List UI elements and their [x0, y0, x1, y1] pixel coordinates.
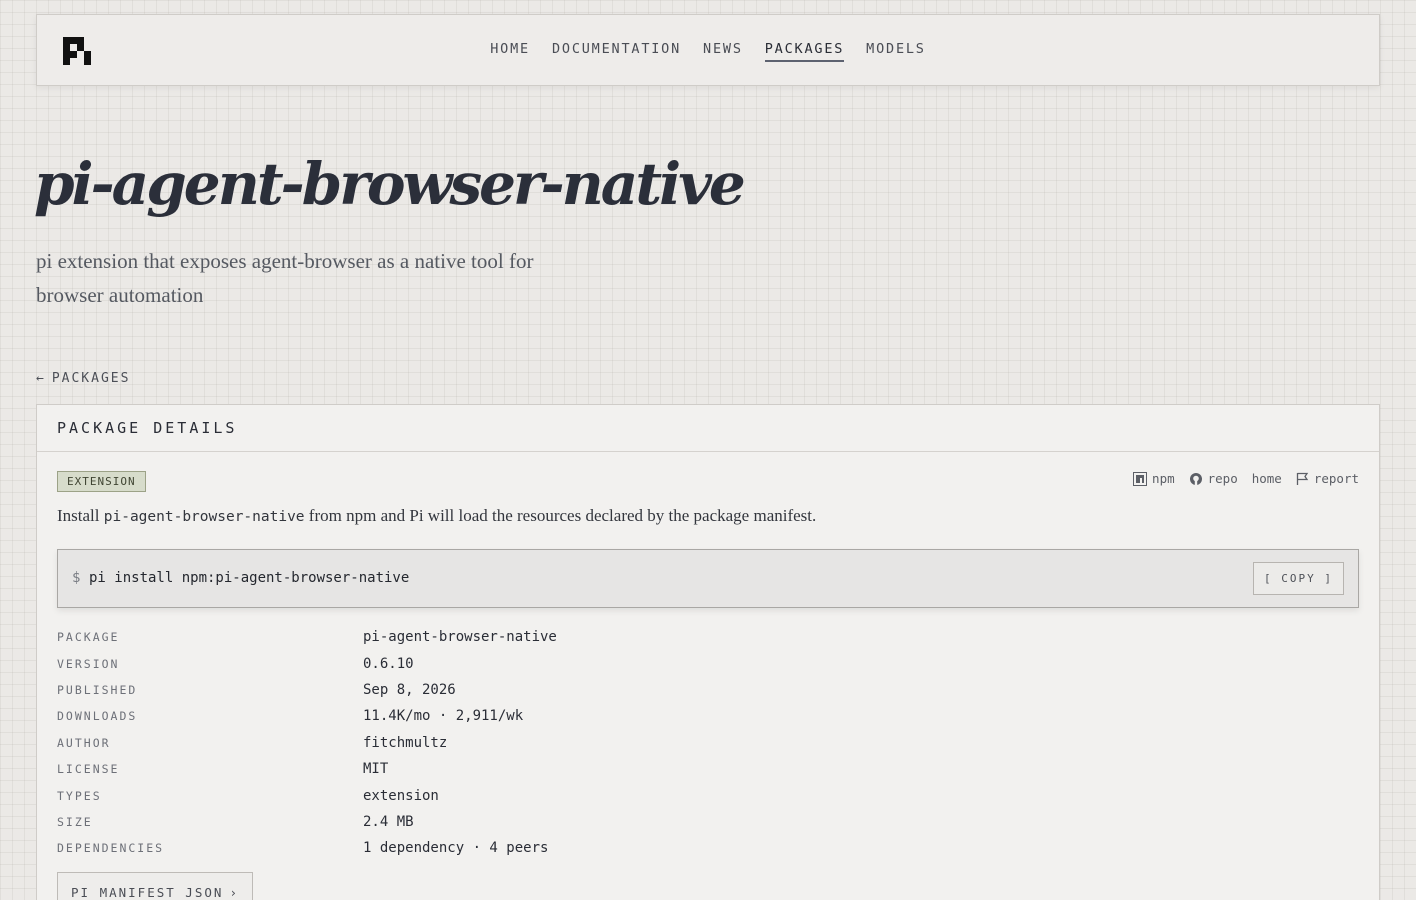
detail-key: PUBLISHED	[57, 682, 138, 697]
detail-key: SIZE	[57, 814, 93, 829]
repo-link-label: repo	[1207, 471, 1238, 486]
detail-value: MIT	[363, 761, 389, 778]
detail-key: PACKAGE	[57, 630, 120, 645]
detail-key: AUTHOR	[57, 735, 111, 750]
page-title: pi-agent-browser-native	[34, 150, 746, 218]
github-icon	[1189, 472, 1202, 485]
arrow-left-icon: ←	[36, 371, 46, 386]
detail-value: 2.4 MB	[363, 813, 414, 830]
detail-row-published: PUBLISHED Sep 8, 2026	[57, 677, 557, 703]
install-package-name: pi-agent-browser-native	[103, 509, 305, 525]
detail-key: TYPES	[57, 788, 102, 803]
flag-icon	[1296, 472, 1309, 485]
shell-prompt: $	[72, 570, 81, 586]
install-suffix: from npm and Pi will load the resources …	[304, 506, 817, 525]
package-details-card: PACKAGE DETAILS EXTENSION npm repo home	[36, 404, 1380, 900]
detail-row-license: LICENSE MIT	[57, 756, 557, 782]
detail-value: 1 dependency · 4 peers	[363, 840, 549, 857]
details-list: PACKAGE pi-agent-browser-native VERSION …	[57, 624, 557, 862]
detail-value: fitchmultz	[363, 734, 448, 751]
nav-home[interactable]: HOME	[490, 41, 530, 62]
detail-value: extension	[363, 787, 439, 804]
report-link-label: report	[1313, 471, 1359, 486]
detail-key: DOWNLOADS	[57, 709, 138, 724]
main-nav: HOME DOCUMENTATION NEWS PACKAGES MODELS	[37, 41, 1379, 62]
nav-models[interactable]: MODELS	[866, 41, 926, 62]
detail-key: VERSION	[57, 656, 120, 671]
detail-value: 0.6.10	[363, 655, 414, 672]
detail-row-author: AUTHOR fitchmultz	[57, 730, 557, 756]
back-link-label: PACKAGES	[51, 371, 131, 386]
pi-manifest-json-button[interactable]: PI MANIFEST JSON ›	[57, 872, 253, 900]
detail-value: Sep 8, 2026	[363, 681, 456, 698]
home-link-label: home	[1251, 471, 1282, 486]
nav-documentation[interactable]: DOCUMENTATION	[552, 41, 681, 62]
install-description: Install pi-agent-browser-native from npm…	[57, 506, 816, 526]
nav-packages[interactable]: PACKAGES	[764, 41, 845, 62]
install-command[interactable]: pi install npm:pi-agent-browser-native	[89, 570, 409, 586]
back-to-packages-link[interactable]: ← PACKAGES	[36, 371, 130, 386]
manifest-button-label: PI MANIFEST JSON	[71, 885, 224, 900]
npm-link-label: npm	[1152, 471, 1175, 486]
npm-icon	[1133, 471, 1148, 486]
nav-news[interactable]: NEWS	[703, 41, 743, 62]
detail-row-size: SIZE 2.4 MB	[57, 809, 557, 835]
npm-link[interactable]: npm	[1133, 471, 1175, 486]
top-navigation-bar: HOME DOCUMENTATION NEWS PACKAGES MODELS	[36, 14, 1380, 86]
chevron-right-icon: ›	[229, 885, 239, 900]
detail-row-types: TYPES extension	[57, 782, 557, 808]
detail-value: 11.4K/mo · 2,911/wk	[363, 708, 524, 725]
detail-key: DEPENDENCIES	[57, 841, 165, 856]
repo-link[interactable]: repo	[1189, 471, 1238, 486]
home-link[interactable]: home	[1252, 471, 1282, 486]
install-command-box: $ pi install npm:pi-agent-browser-native…	[57, 549, 1359, 608]
copy-button[interactable]: [ COPY ]	[1253, 562, 1344, 595]
detail-row-version: VERSION 0.6.10	[57, 650, 557, 676]
report-link[interactable]: report	[1296, 471, 1359, 486]
package-links: npm repo home report	[1133, 471, 1359, 486]
detail-row-downloads: DOWNLOADS 11.4K/mo · 2,911/wk	[57, 703, 557, 729]
detail-key: LICENSE	[57, 762, 120, 777]
install-prefix: Install	[57, 506, 104, 525]
page-subtitle: pi extension that exposes agent-browser …	[36, 249, 534, 307]
detail-row-dependencies: DEPENDENCIES 1 dependency · 4 peers	[57, 835, 557, 861]
type-badge: EXTENSION	[57, 471, 146, 492]
detail-row-package: PACKAGE pi-agent-browser-native	[57, 624, 557, 650]
detail-value: pi-agent-browser-native	[363, 629, 557, 646]
card-header: PACKAGE DETAILS	[37, 405, 1379, 452]
